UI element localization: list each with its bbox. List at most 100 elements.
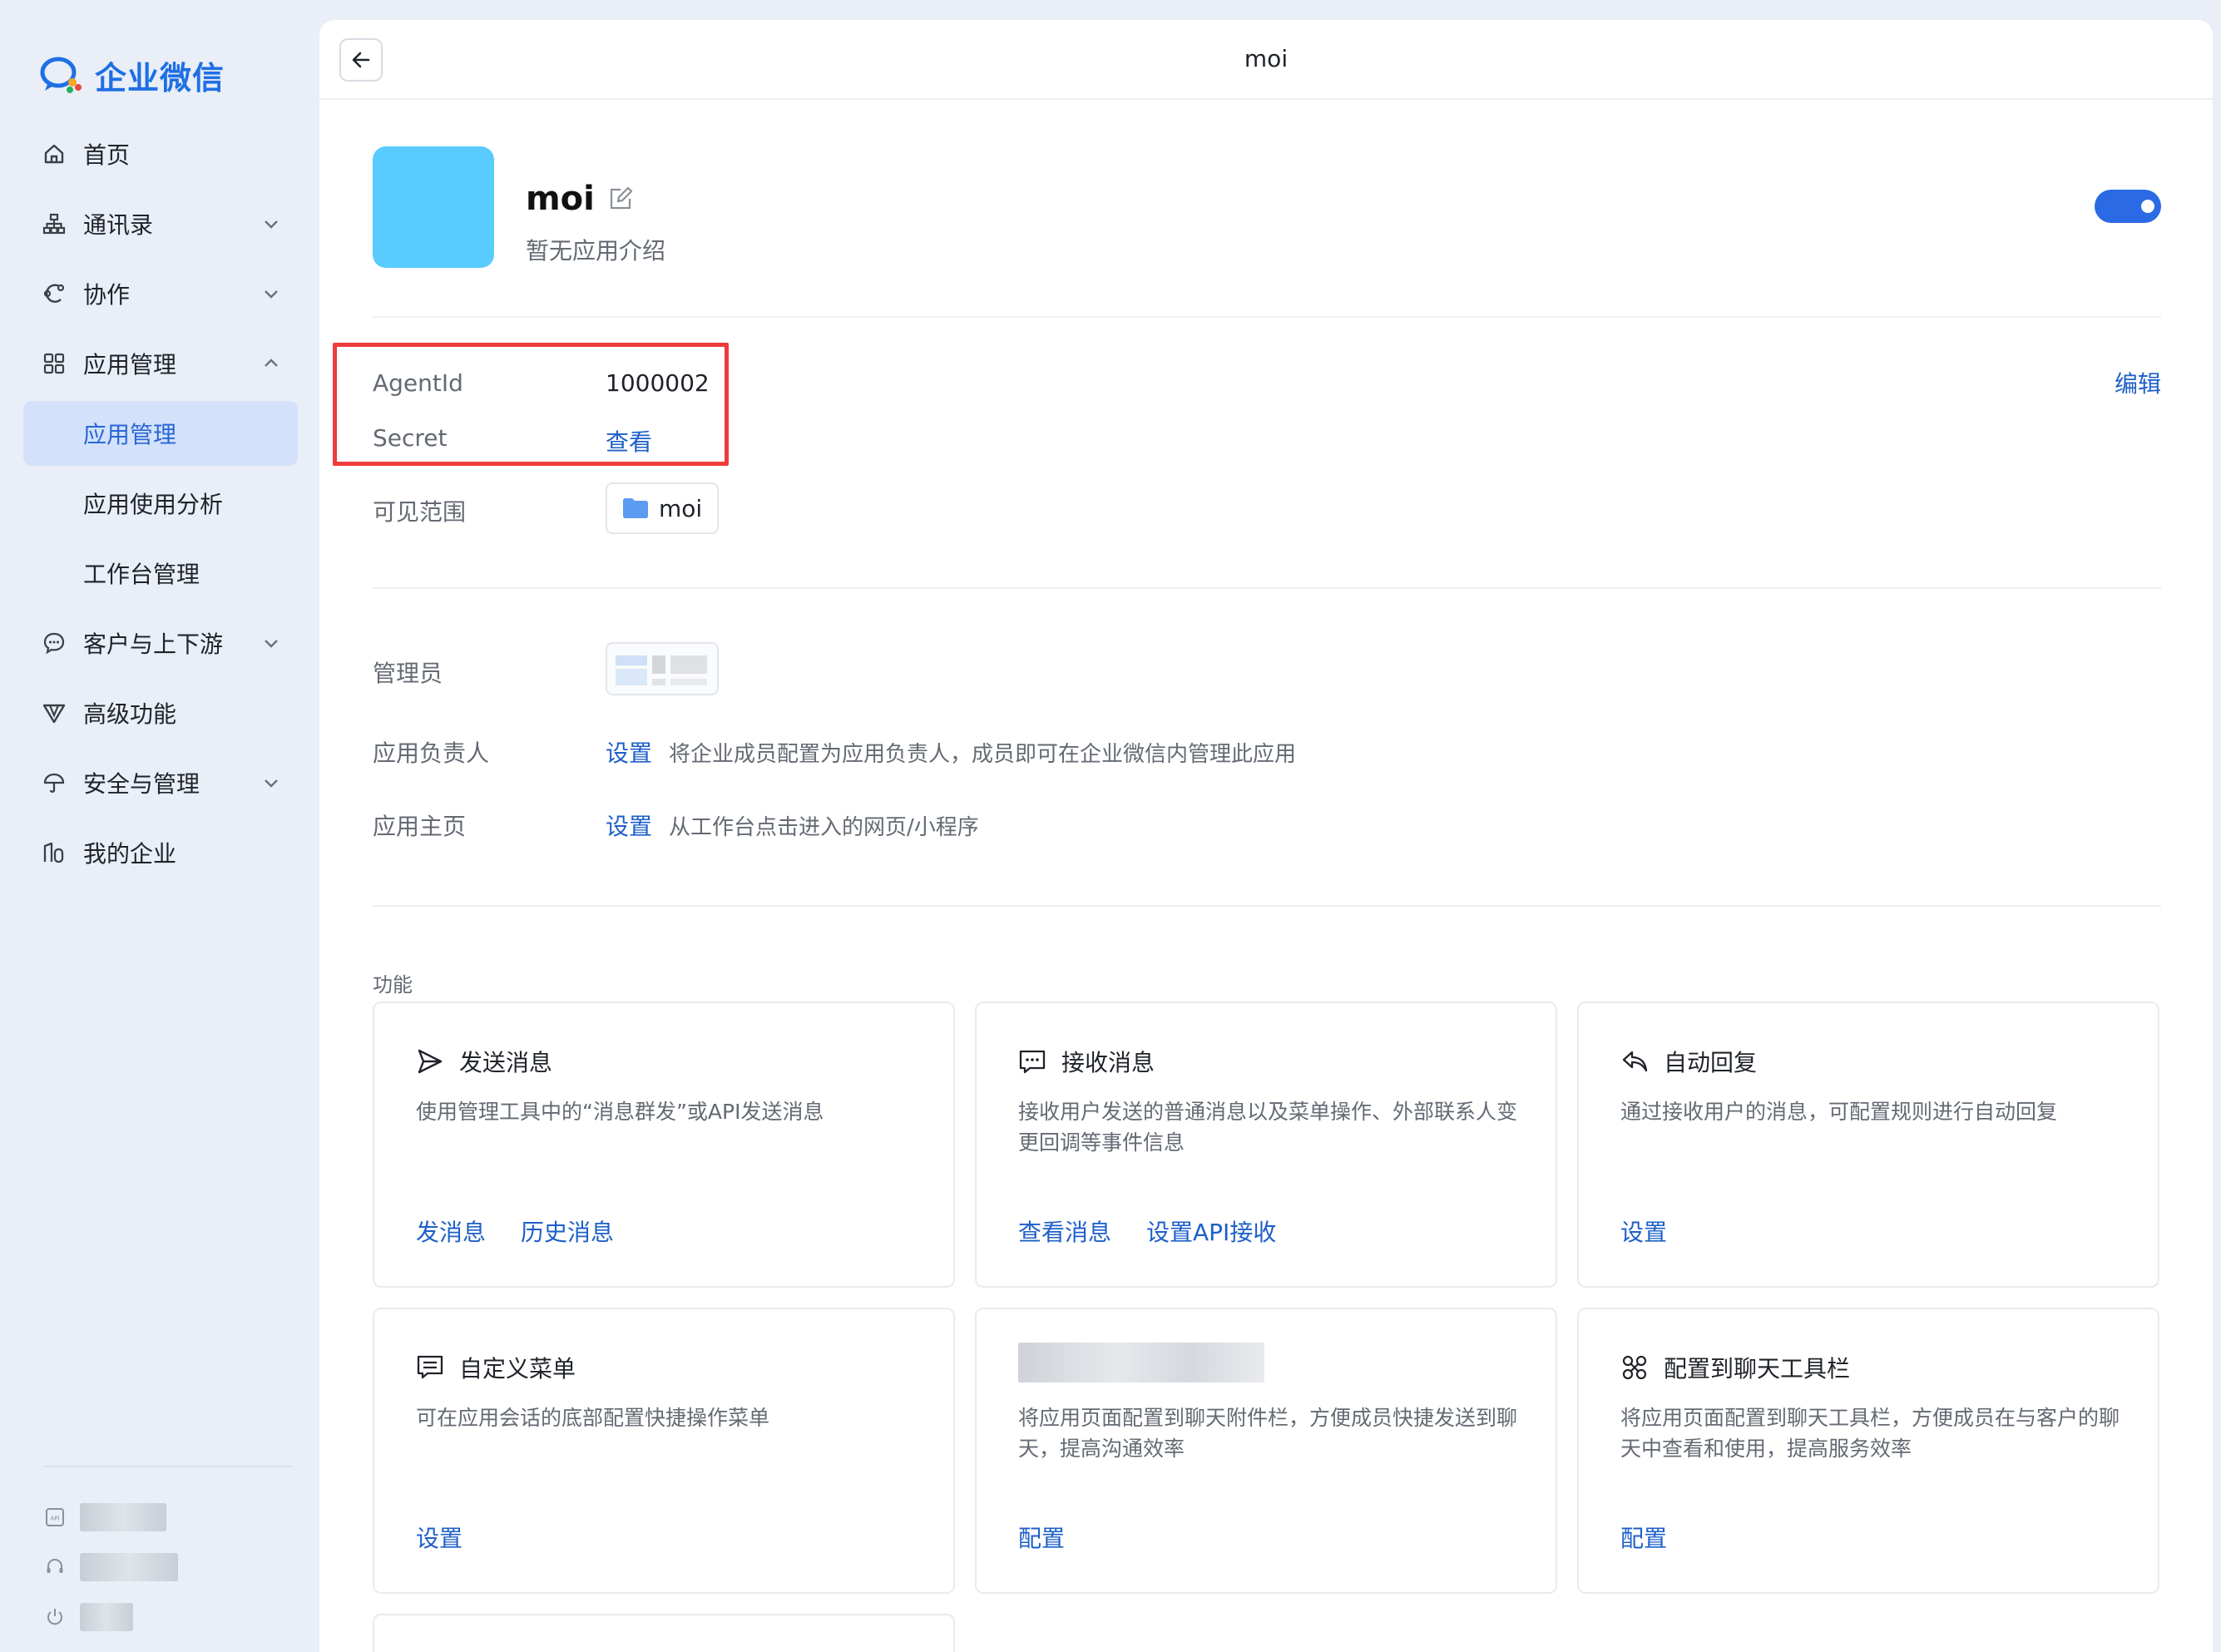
divider bbox=[373, 587, 2161, 589]
sidebar-subitem-app-usage-analysis[interactable]: 应用使用分析 bbox=[23, 471, 298, 536]
home-icon bbox=[42, 141, 67, 166]
chevron-down-icon bbox=[265, 779, 278, 788]
feature-card-partial bbox=[373, 1614, 955, 1652]
org-chart-icon bbox=[42, 211, 67, 236]
card-links: 设置 bbox=[1620, 1214, 1702, 1248]
app-enable-toggle[interactable] bbox=[2095, 190, 2161, 223]
top-bar: moi bbox=[319, 20, 2213, 100]
card-title bbox=[1018, 1343, 1264, 1382]
auto-reply-set-link[interactable]: 设置 bbox=[1620, 1214, 1667, 1248]
chat-toolbar-config-link[interactable]: 配置 bbox=[1620, 1521, 1667, 1554]
sidebar-item-label: 工作台管理 bbox=[83, 561, 200, 588]
redacted-text bbox=[80, 1553, 178, 1581]
sidebar-item-label: 应用管理 bbox=[83, 421, 177, 448]
card-title: 自动回复 bbox=[1620, 1045, 1757, 1078]
sidebar-item-contacts[interactable]: 通讯录 bbox=[23, 191, 298, 256]
card-title-text: 发送消息 bbox=[459, 1049, 553, 1076]
svg-text:API: API bbox=[50, 1516, 59, 1522]
sidebar-item-label: 首页 bbox=[83, 141, 131, 169]
card-links: 查看消息 设置API接收 bbox=[1018, 1214, 1311, 1248]
power-icon bbox=[43, 1605, 67, 1629]
card-description: 可在应用会话的底部配置快捷操作菜单 bbox=[416, 1406, 770, 1430]
edit-link[interactable]: 编辑 bbox=[2115, 366, 2161, 399]
umbrella-icon bbox=[42, 770, 67, 795]
message-dots-icon bbox=[1018, 1047, 1046, 1076]
sidebar-item-app-management[interactable]: 应用管理 bbox=[23, 331, 298, 396]
sidebar-subitem-app-management[interactable]: 应用管理 bbox=[23, 401, 298, 466]
card-title-text: 配置到聊天工具栏 bbox=[1664, 1355, 1851, 1382]
homepage-hint: 从工作台点击进入的网页/小程序 bbox=[669, 815, 979, 840]
app-description: 暂无应用介绍 bbox=[526, 237, 666, 265]
sidebar-footer-logout[interactable] bbox=[43, 1592, 293, 1642]
card-links: 配置 bbox=[1620, 1521, 1702, 1554]
chat-bubble-icon bbox=[42, 631, 67, 655]
sidebar-item-label: 应用使用分析 bbox=[83, 491, 224, 518]
app-logo bbox=[373, 146, 494, 268]
folder-icon bbox=[623, 498, 648, 518]
send-message-link[interactable]: 发消息 bbox=[416, 1214, 486, 1248]
card-title: 接收消息 bbox=[1018, 1045, 1155, 1078]
owner-set-link[interactable]: 设置 bbox=[606, 739, 652, 767]
sidebar: 企业微信 首页 通讯录 协作 应用管理 应用管理 应用使用分析 工作台管理 客户… bbox=[0, 0, 316, 1652]
sidebar-item-security[interactable]: 安全与管理 bbox=[23, 750, 298, 815]
chevron-down-icon bbox=[265, 290, 278, 299]
sidebar-footer-api[interactable]: API bbox=[43, 1492, 293, 1542]
redacted-text bbox=[80, 1603, 133, 1631]
sidebar-item-home[interactable]: 首页 bbox=[23, 121, 298, 186]
app-name: moi bbox=[526, 180, 633, 218]
agentid-value: 1000002 bbox=[606, 369, 710, 397]
sidebar-item-label: 通讯录 bbox=[83, 211, 154, 239]
sidebar-footer: API bbox=[43, 1466, 293, 1642]
features-section-label: 功能 bbox=[373, 973, 413, 997]
card-description: 接收用户发送的普通消息以及菜单操作、外部联系人变更回调等事件信息 bbox=[1018, 1100, 1518, 1155]
building-icon bbox=[42, 840, 67, 865]
set-api-receive-link[interactable]: 设置API接收 bbox=[1146, 1214, 1276, 1248]
toggle-knob bbox=[2141, 200, 2154, 213]
visible-scope-chip[interactable]: moi bbox=[606, 482, 720, 534]
card-title-text: 自定义菜单 bbox=[459, 1355, 576, 1382]
card-description: 将应用页面配置到聊天工具栏，方便成员在与客户的聊天中查看和使用，提高服务效率 bbox=[1620, 1406, 2120, 1461]
collaborate-icon bbox=[42, 281, 67, 306]
sidebar-subitem-workbench-management[interactable]: 工作台管理 bbox=[23, 541, 298, 606]
card-title: 发送消息 bbox=[416, 1045, 552, 1078]
api-icon: API bbox=[43, 1506, 67, 1529]
custom-menu-set-link[interactable]: 设置 bbox=[416, 1521, 463, 1554]
sidebar-item-collaborate[interactable]: 协作 bbox=[23, 261, 298, 326]
secret-view-link[interactable]: 查看 bbox=[606, 424, 652, 458]
feature-card-custom-menu: 自定义菜单 可在应用会话的底部配置快捷操作菜单 设置 bbox=[373, 1308, 955, 1594]
menu-icon bbox=[416, 1353, 444, 1382]
brand-logo[interactable]: 企业微信 bbox=[38, 52, 225, 98]
card-title-text: 自动回复 bbox=[1664, 1049, 1758, 1076]
redacted-title bbox=[1018, 1343, 1264, 1382]
message-history-link[interactable]: 历史消息 bbox=[521, 1214, 614, 1248]
view-messages-link[interactable]: 查看消息 bbox=[1018, 1214, 1111, 1248]
v-badge-icon bbox=[42, 700, 67, 725]
reply-icon bbox=[1620, 1047, 1649, 1076]
sidebar-item-label: 应用管理 bbox=[83, 351, 177, 378]
toolbar-icon bbox=[1620, 1353, 1649, 1382]
homepage-label: 应用主页 bbox=[373, 813, 467, 840]
card-description: 通过接收用户的消息，可配置规则进行自动回复 bbox=[1620, 1100, 2058, 1124]
send-icon bbox=[416, 1047, 444, 1076]
grid-icon bbox=[42, 351, 67, 376]
sidebar-footer-support[interactable] bbox=[43, 1542, 293, 1592]
homepage-set-link[interactable]: 设置 bbox=[606, 813, 652, 840]
sidebar-item-my-enterprise[interactable]: 我的企业 bbox=[23, 820, 298, 885]
feature-card-receive-message: 接收消息 接收用户发送的普通消息以及菜单操作、外部联系人变更回调等事件信息 查看… bbox=[975, 1002, 1557, 1288]
sidebar-item-advanced[interactable]: 高级功能 bbox=[23, 680, 298, 745]
card-title: 自定义菜单 bbox=[416, 1351, 576, 1384]
chevron-down-icon bbox=[265, 220, 278, 229]
card-title-text: 接收消息 bbox=[1061, 1049, 1155, 1076]
sidebar-item-label: 客户与上下游 bbox=[83, 631, 224, 658]
wecom-logo-icon bbox=[40, 57, 82, 93]
chat-attachment-config-link[interactable]: 配置 bbox=[1018, 1521, 1065, 1554]
sidebar-item-customers[interactable]: 客户与上下游 bbox=[23, 611, 298, 675]
redacted-text bbox=[80, 1503, 166, 1531]
admin-avatar-chip[interactable] bbox=[606, 642, 719, 695]
app-name-text: moi bbox=[526, 180, 595, 218]
card-description: 使用管理工具中的“消息群发”或API发送消息 bbox=[416, 1100, 824, 1124]
edit-icon[interactable] bbox=[608, 186, 633, 211]
redacted-avatar-icon bbox=[616, 655, 707, 685]
card-links: 发消息 历史消息 bbox=[416, 1214, 649, 1248]
main-panel: moi moi 暂无应用介绍 AgentId 1000002 Secret 查看… bbox=[319, 20, 2213, 1652]
